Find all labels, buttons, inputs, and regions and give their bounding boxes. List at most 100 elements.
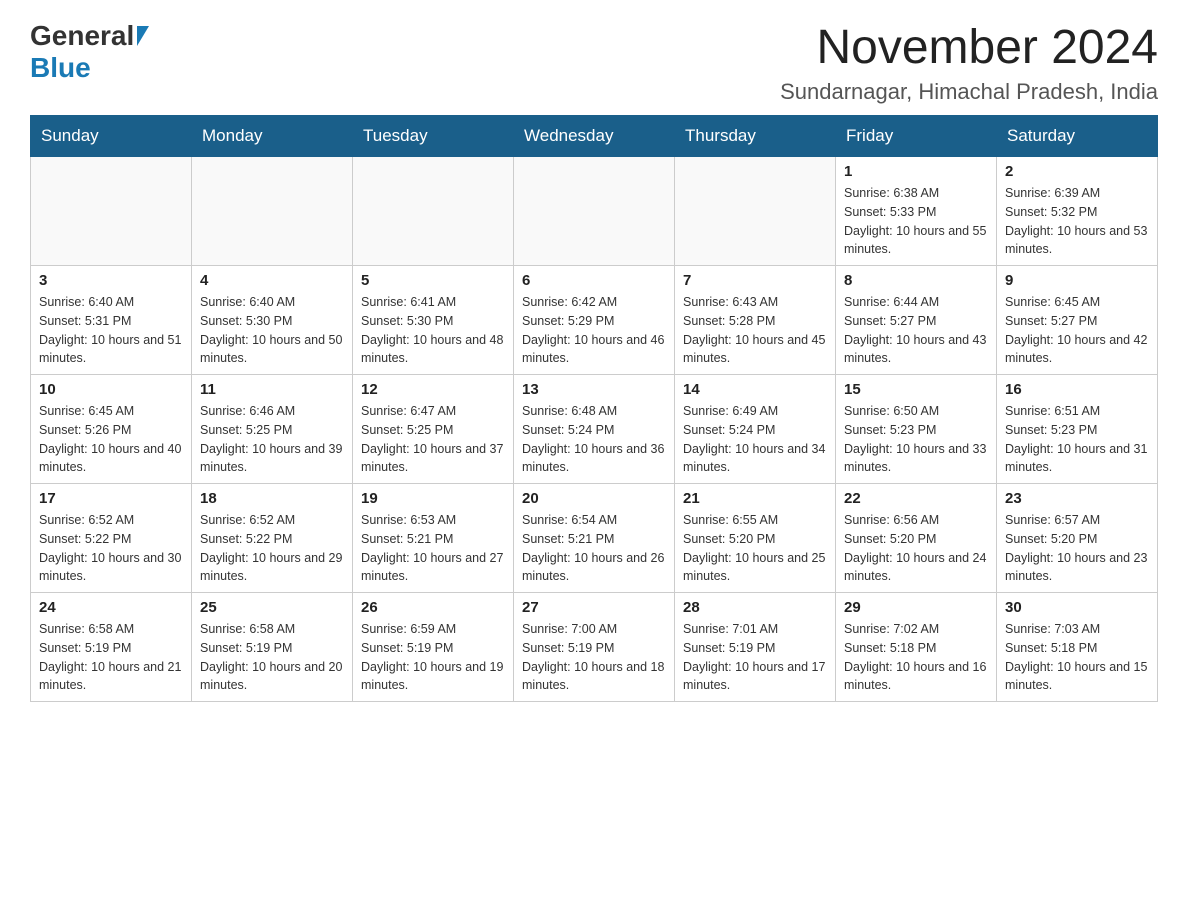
day-number: 22 [844, 490, 988, 507]
calendar-cell: 20Sunrise: 6:54 AMSunset: 5:21 PMDayligh… [514, 484, 675, 593]
calendar-cell [353, 157, 514, 266]
logo-general-text: General [30, 20, 134, 52]
calendar-cell: 1 Sunrise: 6:38 AMSunset: 5:33 PMDaylight… [836, 157, 997, 266]
day-number: 15 [844, 381, 988, 398]
calendar-cell: 22 Sunrise: 6:56 AMSunset: 5:20 PMDayligh… [836, 484, 997, 593]
calendar-cell: 30 Sunrise: 7:03 AMSunset: 5:18 PMDayligh… [997, 593, 1158, 702]
calendar-cell: 18 Sunrise: 6:52 AMSunset: 5:22 PMDayligh… [192, 484, 353, 593]
day-number: 28 [683, 599, 827, 616]
day-info: Sunrise: 6:41 AMSunset: 5:30 PMDaylight:… [361, 293, 505, 368]
day-info: Sunrise: 6:42 AMSunset: 5:29 PMDaylight:… [522, 293, 666, 368]
calendar-cell: 8Sunrise: 6:44 AMSunset: 5:27 PMDaylight… [836, 266, 997, 375]
day-number: 30 [1005, 599, 1149, 616]
calendar-cell: 16 Sunrise: 6:51 AMSunset: 5:23 PMDayligh… [997, 375, 1158, 484]
title-area: November 2024 Sundarnagar, Himachal Prad… [780, 20, 1158, 105]
day-number: 10 [39, 381, 183, 398]
weekday-header-sunday: Sunday [31, 116, 192, 157]
day-number: 3 [39, 272, 183, 289]
day-info: Sunrise: 6:49 AMSunset: 5:24 PMDaylight:… [683, 402, 827, 477]
day-info: Sunrise: 6:58 AMSunset: 5:19 PMDaylight:… [200, 620, 344, 695]
day-info: Sunrise: 6:51 AMSunset: 5:23 PMDaylight:… [1005, 402, 1149, 477]
day-number: 6 [522, 272, 666, 289]
calendar-cell: 4Sunrise: 6:40 AMSunset: 5:30 PMDaylight… [192, 266, 353, 375]
location-title: Sundarnagar, Himachal Pradesh, India [780, 79, 1158, 105]
week-row-1: 3 Sunrise: 6:40 AMSunset: 5:31 PMDaylight… [31, 266, 1158, 375]
day-info: Sunrise: 6:58 AMSunset: 5:19 PMDaylight:… [39, 620, 183, 695]
day-number: 25 [200, 599, 344, 616]
day-number: 16 [1005, 381, 1149, 398]
day-info: Sunrise: 6:45 AMSunset: 5:27 PMDaylight:… [1005, 293, 1149, 368]
day-number: 27 [522, 599, 666, 616]
calendar-cell: 3 Sunrise: 6:40 AMSunset: 5:31 PMDaylight… [31, 266, 192, 375]
day-number: 13 [522, 381, 666, 398]
day-number: 1 [844, 163, 988, 180]
calendar-cell: 21 Sunrise: 6:55 AMSunset: 5:20 PMDayligh… [675, 484, 836, 593]
week-row-4: 24Sunrise: 6:58 AMSunset: 5:19 PMDayligh… [31, 593, 1158, 702]
calendar-cell: 29Sunrise: 7:02 AMSunset: 5:18 PMDayligh… [836, 593, 997, 702]
weekday-header-tuesday: Tuesday [353, 116, 514, 157]
calendar-cell: 5 Sunrise: 6:41 AMSunset: 5:30 PMDaylight… [353, 266, 514, 375]
day-info: Sunrise: 7:01 AMSunset: 5:19 PMDaylight:… [683, 620, 827, 695]
day-number: 9 [1005, 272, 1149, 289]
calendar-cell: 2 Sunrise: 6:39 AMSunset: 5:32 PMDaylight… [997, 157, 1158, 266]
day-info: Sunrise: 6:52 AMSunset: 5:22 PMDaylight:… [200, 511, 344, 586]
day-number: 19 [361, 490, 505, 507]
day-info: Sunrise: 7:03 AMSunset: 5:18 PMDaylight:… [1005, 620, 1149, 695]
day-number: 29 [844, 599, 988, 616]
weekday-header-monday: Monday [192, 116, 353, 157]
calendar-cell: 11 Sunrise: 6:46 AMSunset: 5:25 PMDayligh… [192, 375, 353, 484]
day-info: Sunrise: 6:40 AMSunset: 5:31 PMDaylight:… [39, 293, 183, 368]
logo-triangle-icon [137, 26, 149, 46]
calendar-cell: 10 Sunrise: 6:45 AMSunset: 5:26 PMDayligh… [31, 375, 192, 484]
day-info: Sunrise: 6:45 AMSunset: 5:26 PMDaylight:… [39, 402, 183, 477]
calendar-cell [192, 157, 353, 266]
day-info: Sunrise: 6:52 AMSunset: 5:22 PMDaylight:… [39, 511, 183, 586]
day-number: 17 [39, 490, 183, 507]
day-info: Sunrise: 7:00 AMSunset: 5:19 PMDaylight:… [522, 620, 666, 695]
day-number: 12 [361, 381, 505, 398]
calendar-cell: 23 Sunrise: 6:57 AMSunset: 5:20 PMDayligh… [997, 484, 1158, 593]
week-row-0: 1 Sunrise: 6:38 AMSunset: 5:33 PMDaylight… [31, 157, 1158, 266]
calendar-cell: 17 Sunrise: 6:52 AMSunset: 5:22 PMDayligh… [31, 484, 192, 593]
calendar-cell: 24Sunrise: 6:58 AMSunset: 5:19 PMDayligh… [31, 593, 192, 702]
weekday-header-friday: Friday [836, 116, 997, 157]
month-title: November 2024 [780, 20, 1158, 75]
day-number: 5 [361, 272, 505, 289]
day-info: Sunrise: 6:40 AMSunset: 5:30 PMDaylight:… [200, 293, 344, 368]
day-info: Sunrise: 6:47 AMSunset: 5:25 PMDaylight:… [361, 402, 505, 477]
weekday-header-wednesday: Wednesday [514, 116, 675, 157]
day-number: 11 [200, 381, 344, 398]
calendar-cell: 15 Sunrise: 6:50 AMSunset: 5:23 PMDayligh… [836, 375, 997, 484]
day-info: Sunrise: 6:59 AMSunset: 5:19 PMDaylight:… [361, 620, 505, 695]
day-info: Sunrise: 6:48 AMSunset: 5:24 PMDaylight:… [522, 402, 666, 477]
calendar-cell: 12 Sunrise: 6:47 AMSunset: 5:25 PMDayligh… [353, 375, 514, 484]
day-info: Sunrise: 6:46 AMSunset: 5:25 PMDaylight:… [200, 402, 344, 477]
day-info: Sunrise: 6:57 AMSunset: 5:20 PMDaylight:… [1005, 511, 1149, 586]
day-number: 7 [683, 272, 827, 289]
day-info: Sunrise: 6:56 AMSunset: 5:20 PMDaylight:… [844, 511, 988, 586]
day-info: Sunrise: 6:38 AMSunset: 5:33 PMDaylight:… [844, 184, 988, 259]
logo: General Blue [30, 20, 152, 84]
day-number: 26 [361, 599, 505, 616]
day-number: 2 [1005, 163, 1149, 180]
calendar-cell: 6 Sunrise: 6:42 AMSunset: 5:29 PMDaylight… [514, 266, 675, 375]
calendar-cell: 14 Sunrise: 6:49 AMSunset: 5:24 PMDayligh… [675, 375, 836, 484]
day-number: 21 [683, 490, 827, 507]
day-number: 23 [1005, 490, 1149, 507]
calendar-cell: 25 Sunrise: 6:58 AMSunset: 5:19 PMDayligh… [192, 593, 353, 702]
day-info: Sunrise: 6:50 AMSunset: 5:23 PMDaylight:… [844, 402, 988, 477]
header: General Blue November 2024 Sundarnagar, … [30, 20, 1158, 105]
calendar-table: SundayMondayTuesdayWednesdayThursdayFrid… [30, 115, 1158, 702]
calendar-cell: 7 Sunrise: 6:43 AMSunset: 5:28 PMDaylight… [675, 266, 836, 375]
day-info: Sunrise: 6:39 AMSunset: 5:32 PMDaylight:… [1005, 184, 1149, 259]
day-number: 8 [844, 272, 988, 289]
day-number: 18 [200, 490, 344, 507]
calendar-cell: 26 Sunrise: 6:59 AMSunset: 5:19 PMDayligh… [353, 593, 514, 702]
calendar-cell [675, 157, 836, 266]
logo-blue-text: Blue [30, 52, 91, 84]
day-info: Sunrise: 6:43 AMSunset: 5:28 PMDaylight:… [683, 293, 827, 368]
day-info: Sunrise: 6:55 AMSunset: 5:20 PMDaylight:… [683, 511, 827, 586]
day-number: 14 [683, 381, 827, 398]
day-info: Sunrise: 6:53 AMSunset: 5:21 PMDaylight:… [361, 511, 505, 586]
calendar-cell: 28 Sunrise: 7:01 AMSunset: 5:19 PMDayligh… [675, 593, 836, 702]
